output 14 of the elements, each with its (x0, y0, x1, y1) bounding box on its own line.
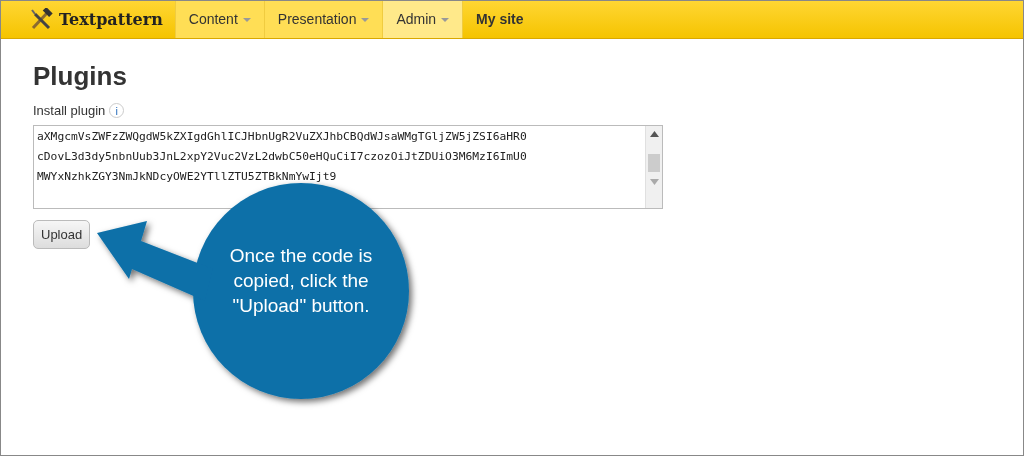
hammer-and-chisel-icon (29, 7, 53, 32)
nav-menu-item[interactable]: My site (462, 1, 537, 38)
scroll-up-arrow-icon[interactable] (649, 130, 659, 137)
field-label: Install plugin (33, 102, 106, 120)
nav-menu-item[interactable]: Content (174, 1, 264, 38)
upload-button[interactable]: Upload (33, 219, 91, 249)
nav-menu-item[interactable]: Admin (382, 1, 463, 38)
scrollbar[interactable] (645, 125, 662, 208)
scroll-down-arrow-icon[interactable] (649, 178, 659, 185)
callout-text: Once the code is copied, click the "Upload" button. (228, 244, 374, 318)
scrollbar-thumb[interactable] (648, 153, 660, 172)
brand-name[interactable]: Textpattern (59, 7, 163, 32)
page-title: Plugins (33, 60, 128, 93)
nav-menu-item[interactable]: Presentation (263, 1, 383, 38)
